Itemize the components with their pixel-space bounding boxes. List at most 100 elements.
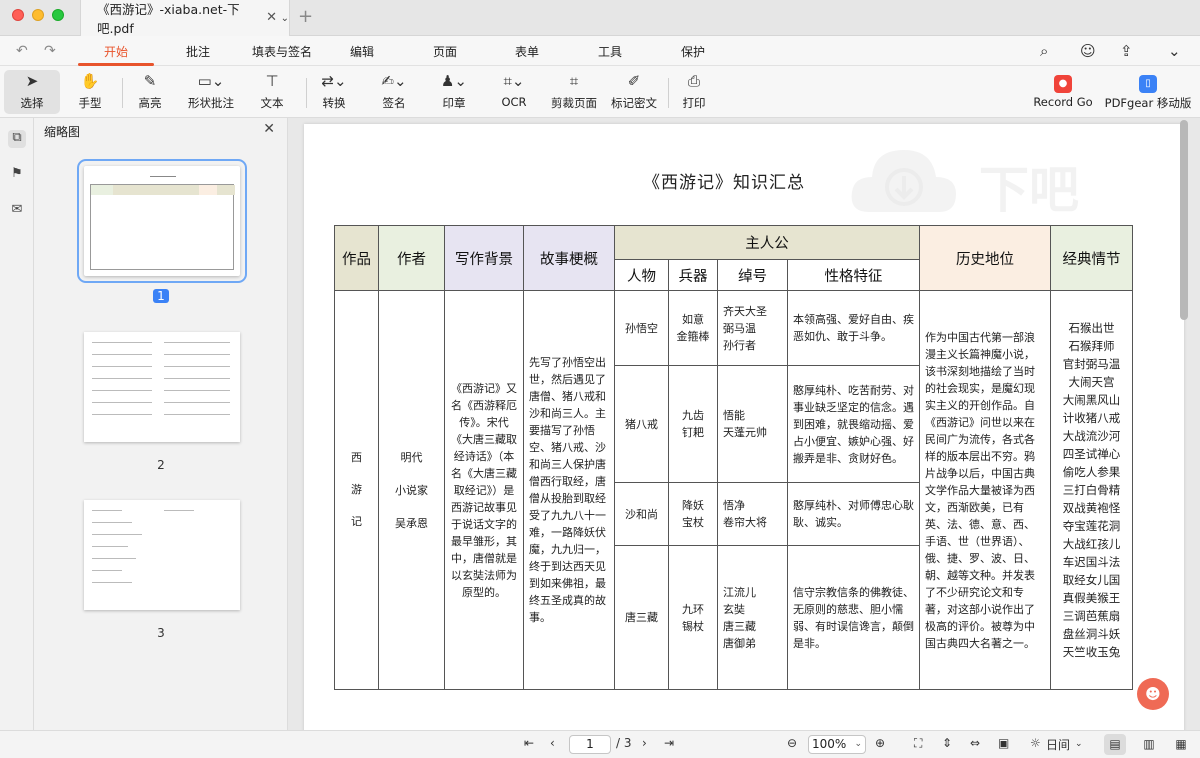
thumbnails-icon[interactable]: ⧉ — [8, 130, 26, 148]
next-page-icon[interactable]: › — [642, 736, 647, 750]
page-number-input[interactable]: 1 — [569, 735, 611, 754]
support-icon[interactable]: ☺ — [1080, 42, 1096, 60]
chevron-down-icon[interactable]: ⌄ — [281, 13, 289, 24]
sign-button[interactable]: ✍⌄ 签名 — [366, 70, 422, 114]
first-page-icon[interactable]: ⇤ — [524, 736, 534, 750]
thumb-line — [92, 558, 136, 559]
crop-icon: ⌗ — [569, 72, 579, 90]
page-thumbnail-1[interactable] — [77, 159, 247, 283]
hand-tool-button[interactable]: ✋ 手型 — [62, 70, 118, 114]
vertical-scrollbar[interactable] — [1180, 120, 1188, 320]
tab-page[interactable]: 页面 — [433, 43, 457, 60]
thumbnails-panel: 缩略图 ✕ 1 2 3 — [34, 118, 288, 730]
work-char: 游 — [351, 483, 362, 496]
thumb-line — [92, 522, 132, 523]
redo-icon[interactable]: ↷ — [44, 43, 56, 59]
stamp-button[interactable]: ♟⌄ 印章 — [426, 70, 482, 114]
fit-width-icon[interactable]: ⇔ — [970, 736, 980, 750]
zoom-select[interactable]: 100% ⌄ — [808, 735, 866, 754]
tab-form[interactable]: 表单 — [515, 43, 539, 60]
mobile-label: PDFgear 移动版 — [1104, 96, 1192, 110]
thumb-line — [164, 354, 230, 355]
tab-home[interactable]: 开始 — [104, 43, 128, 60]
header-weapon: 兵器 — [668, 259, 718, 291]
thumb-line — [164, 342, 230, 343]
actual-size-icon[interactable]: ▣ — [998, 736, 1009, 750]
zoom-out-icon[interactable]: ⊖ — [787, 736, 797, 750]
thumb-line — [92, 414, 152, 415]
thumb-line — [92, 570, 122, 571]
mobile-version-button[interactable]: ▯ PDFgear 移动版 — [1104, 70, 1192, 114]
share-icon[interactable]: ⇪ — [1120, 42, 1133, 60]
undo-icon[interactable]: ↶ — [16, 43, 28, 59]
thumb-line — [164, 402, 230, 403]
last-page-icon[interactable]: ⇥ — [664, 736, 674, 750]
minimize-window-button[interactable] — [32, 9, 44, 21]
cell-trait: 憨厚纯朴、吃苦耐劳、对事业缺乏坚定的信念。遇到困难，就畏缩动摇、爱占小便宜、嫉妒… — [787, 365, 920, 483]
thumb-line — [164, 510, 194, 511]
comments-icon[interactable]: ✉ — [8, 202, 26, 220]
close-window-button[interactable] — [12, 9, 24, 21]
thumb-line — [164, 366, 230, 367]
page-number-2: 2 — [157, 458, 165, 472]
chevron-down-icon[interactable]: ⌄ — [1075, 739, 1083, 749]
header-status: 历史地位 — [919, 225, 1051, 291]
page-thumbnail-3[interactable] — [84, 500, 240, 610]
crop-button[interactable]: ⌗ 剪裁页面 — [546, 70, 602, 114]
textbox-icon: ⊤ — [265, 72, 279, 90]
thumb-line — [92, 342, 152, 343]
search-icon[interactable]: ⌕ — [1040, 42, 1048, 60]
close-tab-icon[interactable]: ✕ — [266, 10, 277, 25]
tab-annotate[interactable]: 批注 — [186, 43, 210, 60]
chevron-down-icon[interactable]: ⌄ — [1168, 42, 1181, 60]
redact-button[interactable]: ✐ 标记密文 — [606, 70, 662, 114]
fit-page-icon[interactable]: ⛶ — [914, 736, 922, 751]
cell-trait: 信守宗教信条的佛教徒、无原则的慈悲、胆小懦弱、有时误信谗言，颠倒是非。 — [787, 545, 920, 690]
tab-tools[interactable]: 工具 — [598, 43, 622, 60]
header-protagonist: 主人公 — [614, 225, 920, 260]
ocr-button[interactable]: ⌗⌄ OCR — [486, 70, 542, 114]
mobile-icon: ▯ — [1104, 70, 1192, 93]
zoom-in-icon[interactable]: ⊕ — [875, 736, 885, 750]
close-icon[interactable]: ✕ — [263, 121, 275, 137]
bookmark-icon[interactable]: ⚑ — [8, 166, 26, 184]
page-thumbnail-2[interactable] — [84, 332, 240, 442]
thumb-line — [92, 582, 132, 583]
text-button[interactable]: ⊤ 文本 — [244, 70, 300, 114]
tab-fill-sign[interactable]: 填表与签名 — [252, 43, 312, 60]
stamp-icon: ♟⌄ — [440, 72, 467, 90]
shape-annotation-button[interactable]: ▭⌄ 形状批注 — [180, 70, 242, 114]
previous-page-icon[interactable]: ‹ — [550, 736, 555, 750]
left-rail: ⧉ ⚑ ✉ — [0, 118, 34, 730]
sign-label: 签名 — [382, 96, 406, 110]
assistant-icon[interactable]: ☻ — [1137, 678, 1169, 710]
print-button[interactable]: ⎙ 打印 — [666, 70, 722, 114]
highlight-button[interactable]: ✎ 高亮 — [122, 70, 178, 114]
convert-button[interactable]: ⇄⌄ 转换 — [306, 70, 362, 114]
two-page-view-icon[interactable]: ▥ — [1138, 734, 1160, 755]
cell-nickname: 江流儿 玄奘 唐三藏 唐御弟 — [717, 545, 788, 690]
tab-protect[interactable]: 保护 — [681, 43, 705, 60]
tab-edit[interactable]: 编辑 — [350, 43, 374, 60]
sun-icon[interactable]: ☼ — [1030, 736, 1041, 750]
document-tab[interactable]: 《西游记》-xiaba.net-下吧.pdf ⌄ ✕ — [80, 0, 290, 36]
ocr-icon: ⌗⌄ — [503, 72, 525, 90]
thumb-line — [92, 510, 122, 511]
cell-nickname: 悟能 天蓬元帅 — [717, 365, 788, 483]
zoom-window-button[interactable] — [52, 9, 64, 21]
record-go-button[interactable]: ● Record Go — [1030, 70, 1096, 114]
crop-label: 剪裁页面 — [551, 96, 597, 110]
cell-status: 作为中国古代第一部浪漫主义长篇神魔小说，该书深刻地描绘了当时的社会现实，是魔幻现… — [919, 290, 1051, 690]
new-tab-button[interactable]: + — [298, 6, 313, 27]
header-classic: 经典情节 — [1050, 225, 1133, 291]
header-background: 写作背景 — [444, 225, 524, 291]
select-tool-button[interactable]: ➤ 选择 — [4, 70, 60, 114]
theme-label[interactable]: 日间 — [1046, 736, 1070, 753]
scroll-view-icon[interactable]: ▦ — [1170, 734, 1192, 755]
fit-height-icon[interactable]: ⇕ — [942, 736, 952, 750]
thumb-line — [92, 390, 152, 391]
cell-work: 西 游 记 — [334, 290, 379, 690]
cell-nickname: 齐天大圣 弼马温 孙行者 — [717, 290, 788, 366]
document-area: 下吧 《西游记》知识汇总 作品 作者 写作背景 故事梗概 主人公 历史地位 经典… — [288, 118, 1200, 744]
single-page-view-icon[interactable]: ▤ — [1104, 734, 1126, 755]
